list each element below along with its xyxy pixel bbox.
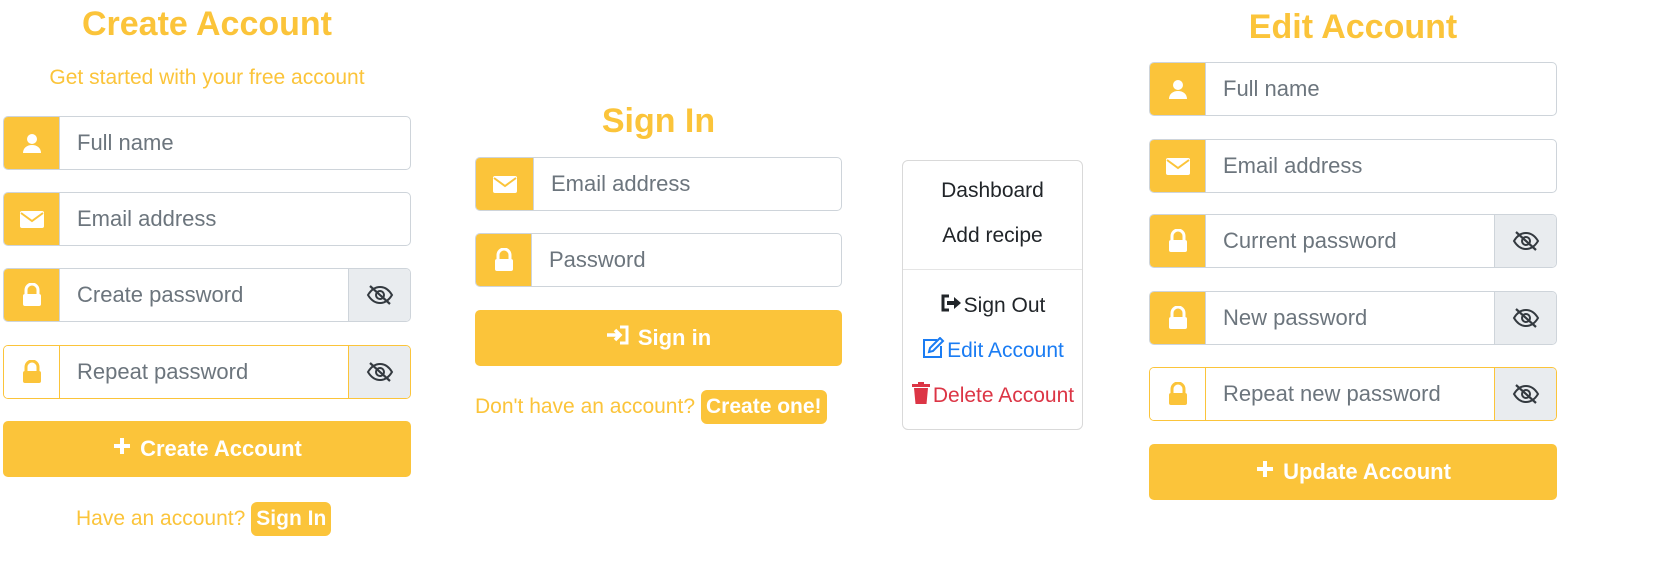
eye-slash-icon[interactable] (1494, 292, 1556, 344)
lock-icon (476, 234, 532, 286)
eye-slash-icon[interactable] (348, 269, 410, 321)
full-name-field[interactable]: Full name (3, 116, 411, 170)
sign-in-title: Sign In (601, 102, 716, 140)
menu-item-delete-account[interactable]: Delete Account (903, 382, 1082, 410)
sign-out-icon (940, 294, 962, 318)
sign-in-password-input[interactable]: Password (532, 234, 841, 286)
menu-divider (903, 269, 1082, 270)
eye-slash-icon[interactable] (1494, 368, 1556, 420)
full-name-input[interactable]: Full name (60, 117, 410, 169)
eye-slash-icon[interactable] (1494, 215, 1556, 267)
menu-item-sign-out[interactable]: Sign Out (903, 293, 1082, 319)
lock-icon (4, 269, 60, 321)
edit-email-input[interactable]: Email address (1206, 140, 1556, 192)
trash-icon (911, 382, 931, 410)
repeat-password-field[interactable]: Repeat password (3, 345, 411, 399)
sign-in-email-input[interactable]: Email address (534, 158, 841, 210)
create-account-panel: Create Account Get started with your fre… (3, 0, 411, 545)
current-password-input[interactable]: Current password (1206, 215, 1494, 267)
user-icon (4, 117, 60, 169)
delete-account-label: Delete Account (932, 384, 1075, 407)
update-account-button-label: Update Account (1283, 459, 1451, 484)
edit-account-title: Edit Account (1248, 8, 1458, 46)
lock-icon (1150, 215, 1206, 267)
sign-in-panel: Sign In Email address Password Sign in D… (475, 0, 842, 430)
plus-icon (112, 436, 132, 462)
email-input[interactable]: Email address (60, 193, 410, 245)
menu-item-dashboard[interactable]: Dashboard (903, 178, 1082, 204)
create-account-button-label: Create Account (140, 436, 302, 461)
plus-icon (1255, 459, 1275, 485)
user-icon (1150, 63, 1206, 115)
new-password-input[interactable]: New password (1206, 292, 1494, 344)
edit-account-panel: Edit Account Full name Email address Cur… (1149, 0, 1557, 500)
edit-account-label: Edit Account (947, 339, 1064, 362)
no-account-text: Don't have an account? (475, 395, 695, 418)
envelope-icon (4, 193, 60, 245)
sign-in-button[interactable]: Sign in (475, 310, 842, 366)
lock-icon (1150, 368, 1206, 420)
repeat-new-password-field[interactable]: Repeat new password (1149, 367, 1557, 421)
update-account-button[interactable]: Update Account (1149, 444, 1557, 500)
sign-in-password-field[interactable]: Password (475, 233, 842, 287)
create-account-button[interactable]: Create Account (3, 421, 411, 477)
no-account-note: Don't have an account? Create one! (475, 390, 827, 424)
eye-slash-icon[interactable] (348, 346, 410, 398)
sign-in-link[interactable]: Sign In (251, 502, 332, 536)
have-account-text: Have an account? (76, 507, 246, 530)
account-dropdown-menu: Dashboard Add recipe Sign Out Edit Accou… (902, 160, 1083, 430)
create-password-field[interactable]: Create password (3, 268, 411, 322)
sign-in-icon (606, 325, 630, 351)
sign-in-email-field[interactable]: Email address (475, 157, 842, 211)
envelope-icon (476, 158, 534, 210)
create-account-title: Create Account (81, 5, 333, 43)
edit-full-name-field[interactable]: Full name (1149, 62, 1557, 116)
current-password-field[interactable]: Current password (1149, 214, 1557, 268)
create-account-subtitle: Get started with your free account (49, 66, 365, 89)
repeat-new-password-input[interactable]: Repeat new password (1206, 368, 1494, 420)
lock-icon (1150, 292, 1206, 344)
create-one-link[interactable]: Create one! (701, 390, 827, 424)
have-account-note: Have an account? Sign In (76, 502, 332, 536)
edit-icon (921, 336, 945, 365)
email-field[interactable]: Email address (3, 192, 411, 246)
menu-item-edit-account[interactable]: Edit Account (903, 336, 1082, 365)
lock-icon (4, 346, 60, 398)
repeat-password-input[interactable]: Repeat password (60, 346, 348, 398)
new-password-field[interactable]: New password (1149, 291, 1557, 345)
sign-in-button-label: Sign in (637, 325, 712, 350)
edit-full-name-input[interactable]: Full name (1206, 63, 1556, 115)
menu-item-add-recipe[interactable]: Add recipe (903, 223, 1082, 249)
create-password-input[interactable]: Create password (60, 269, 348, 321)
envelope-icon (1150, 140, 1206, 192)
sign-out-label: Sign Out (963, 294, 1046, 317)
edit-email-field[interactable]: Email address (1149, 139, 1557, 193)
